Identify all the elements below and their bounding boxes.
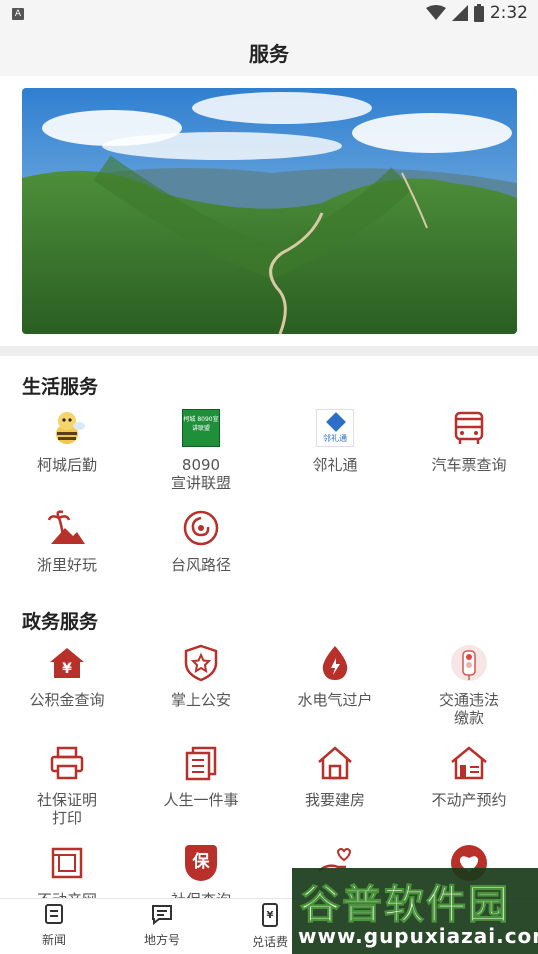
life-services-title: 生活服务: [22, 376, 99, 398]
documents-icon: [181, 743, 221, 783]
service-housing-fund[interactable]: ¥ 公积金查询: [0, 643, 134, 709]
bus-icon: [449, 408, 489, 448]
tab-local[interactable]: 地方号: [108, 903, 216, 948]
service-linlitong[interactable]: 邻礼通 邻礼通: [268, 408, 402, 474]
service-utilities-transfer[interactable]: 水电气过户: [268, 643, 402, 709]
service-label: 公积金查询: [29, 691, 105, 709]
phone-yuan-icon: ¥: [262, 903, 278, 927]
traffic-light-icon: [449, 643, 489, 683]
service-label: 台风路径: [170, 556, 231, 574]
bee-mascot-icon: [47, 408, 87, 448]
news-icon: [45, 904, 63, 924]
service-8090-alliance[interactable]: 柯城 8090宣讲联盟 8090 宣讲联盟: [134, 408, 268, 492]
watermark-text: 谷普软件园: [300, 882, 510, 929]
yuan-house-icon: ¥: [47, 643, 87, 683]
notification-icon: A: [12, 8, 24, 20]
service-label: 邻礼通: [312, 456, 358, 474]
blueprint-icon: [47, 843, 87, 883]
chat-icon: [152, 905, 172, 926]
service-mobile-police[interactable]: 掌上公安: [134, 643, 268, 709]
service-label: 社保证明 打印: [36, 791, 97, 827]
service-label: 我要建房: [304, 791, 365, 809]
drop-icon: [315, 643, 355, 683]
linlitong-logo-icon: 邻礼通: [315, 408, 355, 448]
service-label: 水电气过户: [297, 691, 373, 709]
service-label: 汽车票查询: [431, 456, 507, 474]
service-kecheng-logistics[interactable]: 柯城后勤: [0, 408, 134, 474]
service-label: 交通违法 缴款: [438, 691, 499, 727]
service-zheli-fun[interactable]: 浙里好玩: [0, 508, 134, 574]
house-icon: [315, 743, 355, 783]
clock: 2:32: [489, 3, 528, 23]
banner-image[interactable]: [22, 88, 517, 334]
service-label: 不动产预约: [431, 791, 507, 809]
palm-tree-icon: [47, 508, 87, 548]
service-label: 掌上公安: [170, 691, 231, 709]
service-life-event[interactable]: 人生一件事: [134, 743, 268, 809]
page-title: 服务: [249, 42, 289, 66]
battery-icon: [473, 4, 484, 22]
service-label: 人生一件事: [163, 791, 239, 809]
status-icons: 2:32: [425, 3, 528, 23]
bao-shield-icon: 保: [181, 843, 221, 883]
service-bus-ticket[interactable]: 汽车票查询: [402, 408, 536, 474]
printer-icon: [47, 743, 87, 783]
property-icon: [449, 743, 489, 783]
8090-alliance-logo-icon: 柯城 8090宣讲联盟: [181, 408, 221, 448]
service-typhoon-path[interactable]: 台风路径: [134, 508, 268, 574]
watermark-url: www.gupuxiazai.com: [298, 924, 538, 948]
service-social-security-print[interactable]: 社保证明 打印: [0, 743, 134, 827]
gov-services-title: 政务服务: [22, 611, 99, 633]
police-badge-icon: [181, 643, 221, 683]
tab-news[interactable]: 新闻: [0, 903, 108, 948]
typhoon-icon: [181, 508, 221, 548]
header: 服务: [0, 28, 538, 76]
wifi-icon: [425, 5, 446, 20]
signal-icon: [451, 5, 468, 21]
service-label: 8090 宣讲联盟: [170, 456, 231, 492]
section-divider: [0, 346, 538, 356]
service-build-house[interactable]: 我要建房: [268, 743, 402, 809]
service-traffic-fine[interactable]: 交通违法 缴款: [402, 643, 536, 727]
status-bar: A 2:32: [0, 0, 538, 28]
watermark: 谷普软件园 www.gupuxiazai.com: [292, 868, 538, 954]
tab-label: 地方号: [143, 933, 180, 947]
tab-label: 新闻: [41, 933, 66, 947]
service-label: 浙里好玩: [36, 556, 97, 574]
svg-text:¥: ¥: [62, 661, 72, 677]
svg-text:¥: ¥: [267, 910, 274, 921]
service-property-booking[interactable]: 不动产预约: [402, 743, 536, 809]
service-label: 柯城后勤: [36, 456, 97, 474]
